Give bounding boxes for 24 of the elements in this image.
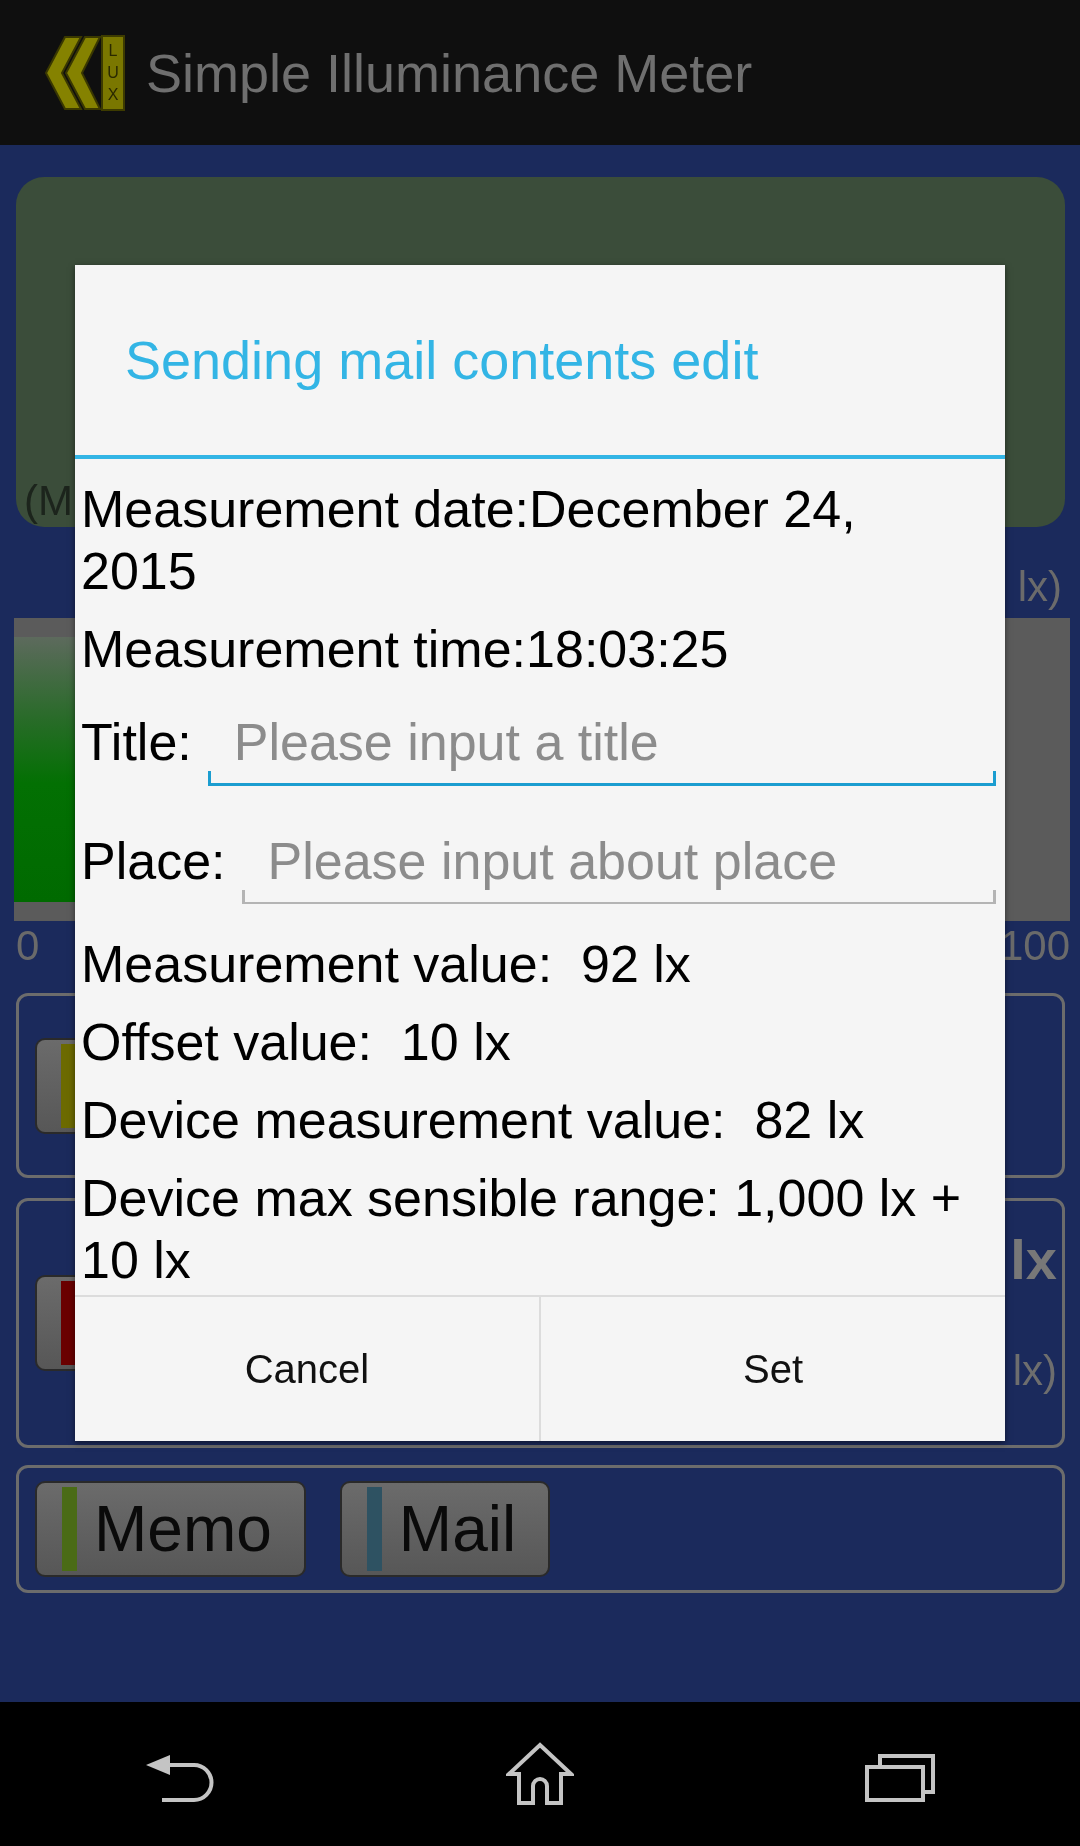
back-icon[interactable] — [146, 1754, 214, 1802]
info-text: Device measurement value: 82 lx — [81, 1090, 866, 1151]
range-label: lx) — [1017, 562, 1062, 612]
partial-button[interactable] — [35, 1037, 75, 1134]
dialog-button[interactable]: Set — [539, 1297, 1005, 1441]
partial-button[interactable] — [35, 1275, 75, 1371]
scale-min-label: 0 — [16, 921, 40, 971]
double-chevron-icon — [45, 34, 101, 111]
dialog-title: Sending mail contents edit — [125, 329, 759, 391]
info-text: Measurement time:18:03:25 — [81, 619, 730, 680]
home-icon[interactable] — [506, 1742, 574, 1806]
range-label: lx) — [1012, 1346, 1057, 1396]
info-text: Measurement date:December 24, 2015 — [81, 479, 857, 602]
info-text: Measurement value: 92 lx — [81, 934, 692, 995]
info-text: Offset value: 10 lx — [81, 1012, 512, 1073]
field-label: Place: — [81, 831, 226, 892]
field-label: Title: — [81, 712, 192, 773]
logo-text: LUX — [101, 34, 125, 111]
app-title: Simple Illuminance Meter — [146, 41, 753, 104]
value-unit-text: lx — [1010, 1228, 1057, 1292]
recent-apps-icon[interactable] — [865, 1754, 935, 1802]
dialog-button[interactable]: Cancel — [75, 1297, 539, 1441]
info-text: Device max sensible range: 1,000 lx + 10 lx — [81, 1168, 963, 1291]
scale-max-label: 100 — [999, 921, 1070, 971]
